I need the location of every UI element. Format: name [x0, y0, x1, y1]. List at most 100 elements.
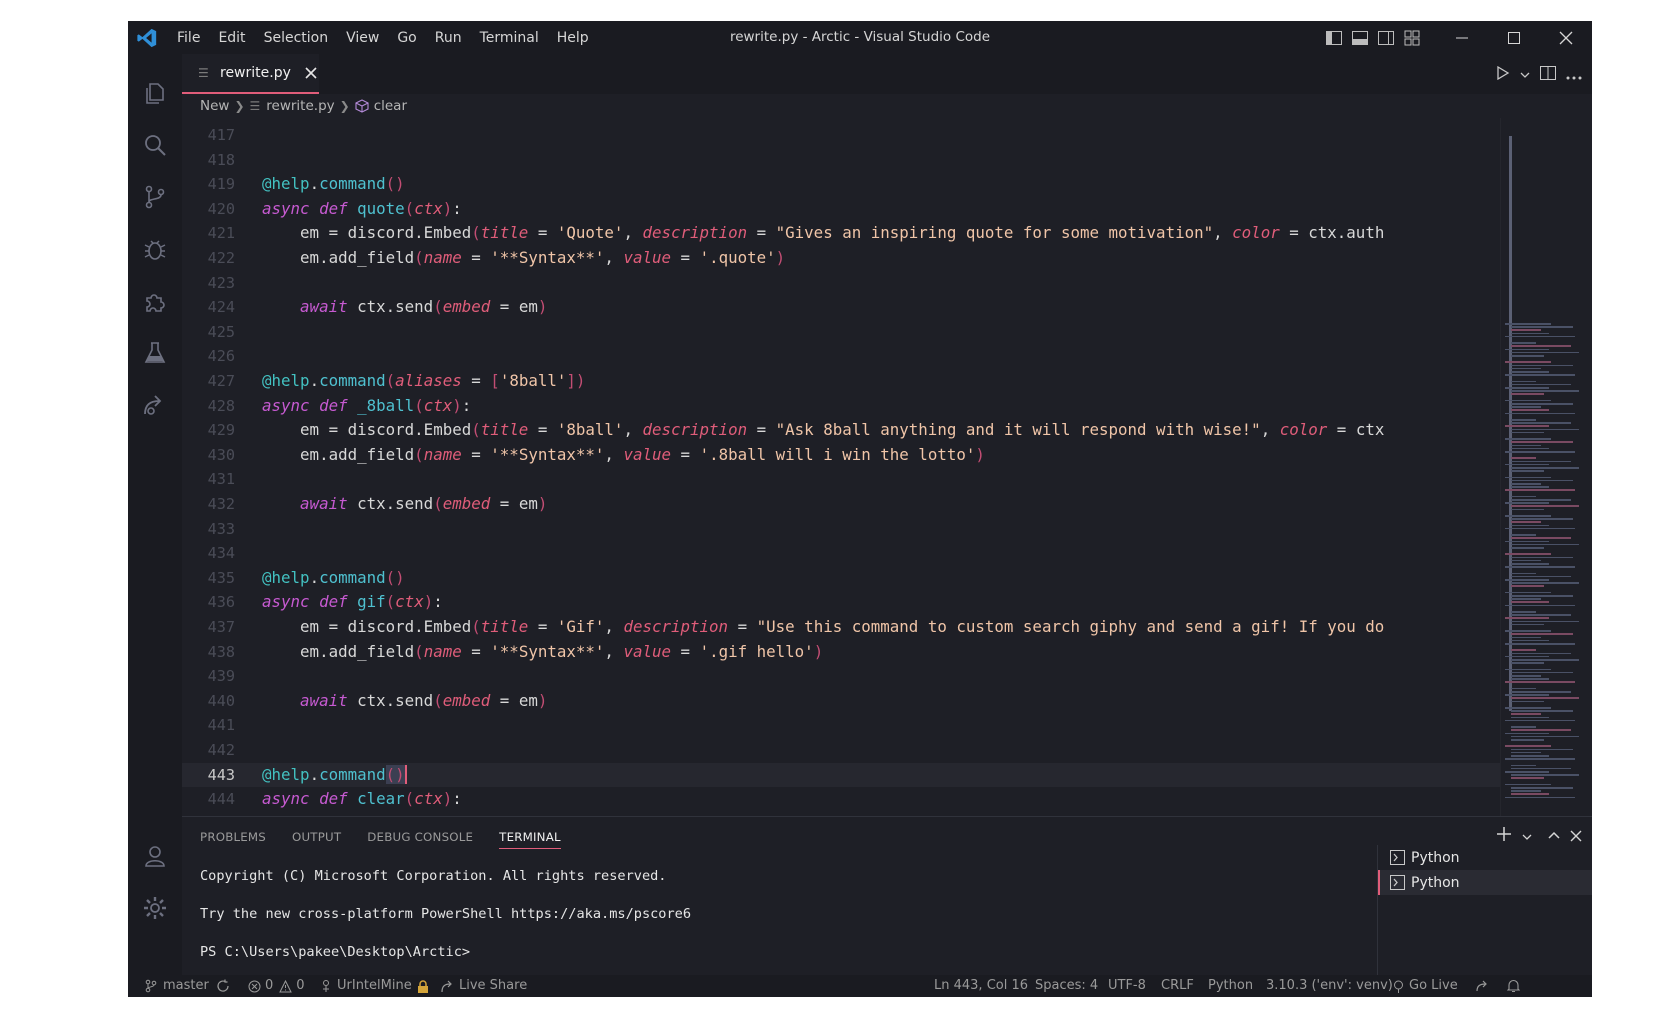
menu-selection[interactable]: Selection: [255, 30, 338, 46]
toggle-panel-icon[interactable]: [1350, 28, 1370, 48]
terminal-output[interactable]: Copyright (C) Microsoft Corporation. All…: [200, 857, 691, 971]
run-python-file-icon[interactable]: [1496, 65, 1510, 84]
minimap-line: [1511, 767, 1571, 770]
code-line[interactable]: 435 @help.command(): [182, 566, 1554, 591]
code-line[interactable]: 431: [182, 467, 1554, 492]
code-line[interactable]: 433: [182, 517, 1554, 542]
maximize-panel-chevron-up-icon[interactable]: [1548, 827, 1560, 846]
code-line[interactable]: 444 async def clear(ctx):: [182, 787, 1554, 812]
more-actions-icon[interactable]: [1566, 65, 1582, 84]
remote-explorer-icon[interactable]: [138, 388, 172, 422]
code-line[interactable]: 425: [182, 320, 1554, 345]
testing-icon[interactable]: [138, 336, 172, 370]
cursor-position[interactable]: Ln 443, Col 16: [934, 975, 1028, 997]
code-editor[interactable]: 417 418 419 @help.command() 420 async def quo…: [182, 118, 1554, 816]
code-line[interactable]: 429 em = discord.Embed(title = '8ball', …: [182, 418, 1554, 443]
breadcrumb-file[interactable]: rewrite.py: [266, 98, 334, 114]
terminal-instance-python[interactable]: Python: [1378, 845, 1592, 870]
extensions-icon[interactable]: [138, 284, 172, 318]
tab-terminal[interactable]: TERMINAL: [499, 830, 561, 849]
code-line[interactable]: 422 em.add_field(name = '**Syntax**', va…: [182, 246, 1554, 271]
code-text: @help.command(): [262, 566, 405, 591]
code-line[interactable]: 438 em.add_field(name = '**Syntax**', va…: [182, 640, 1554, 665]
go-live-status[interactable]: Go Live: [1392, 975, 1458, 997]
code-line[interactable]: 439: [182, 664, 1554, 689]
eol-status[interactable]: CRLF: [1161, 975, 1194, 997]
tab-problems[interactable]: PROBLEMS: [200, 830, 266, 844]
close-tab-icon[interactable]: [303, 65, 319, 81]
split-editor-icon[interactable]: [1540, 65, 1556, 84]
code-line[interactable]: 420 async def quote(ctx):: [182, 197, 1554, 222]
problems-status[interactable]: 0 0: [248, 975, 305, 997]
live-share-status[interactable]: Live Share: [441, 975, 527, 997]
minimap-line: [1505, 745, 1551, 747]
encoding-status[interactable]: UTF-8: [1108, 975, 1146, 997]
minimap[interactable]: [1500, 118, 1592, 816]
close-panel-icon[interactable]: [1570, 827, 1582, 846]
code-line[interactable]: 426: [182, 344, 1554, 369]
code-line[interactable]: 436 async def gif(ctx):: [182, 590, 1554, 615]
menu-run[interactable]: Run: [426, 30, 471, 46]
menu-terminal[interactable]: Terminal: [471, 30, 548, 46]
code-line[interactable]: 437 em = discord.Embed(title = 'Gif', de…: [182, 615, 1554, 640]
customize-layout-icon[interactable]: [1402, 28, 1422, 48]
code-line[interactable]: 428 async def _8ball(ctx):: [182, 394, 1554, 419]
menu-view[interactable]: View: [337, 30, 388, 46]
code-line[interactable]: 423: [182, 271, 1554, 296]
code-token: (: [385, 371, 396, 390]
breadcrumb-folder[interactable]: New: [200, 98, 229, 114]
toggle-secondary-sidebar-icon[interactable]: [1376, 28, 1396, 48]
code-token: _8ball: [357, 395, 415, 415]
sync-icon[interactable]: [216, 975, 230, 997]
menu-go[interactable]: Go: [388, 30, 425, 46]
maximize-button[interactable]: [1488, 21, 1540, 54]
accounts-icon[interactable]: [138, 839, 172, 873]
terminal-instance-python-selected[interactable]: Python: [1378, 870, 1592, 895]
tab-output[interactable]: OUTPUT: [292, 830, 341, 844]
code-line[interactable]: 427 @help.command(aliases = ['8ball']): [182, 369, 1554, 394]
close-window-button[interactable]: [1540, 21, 1592, 54]
code-token: name: [423, 444, 462, 464]
terminal-icon: [1390, 850, 1405, 865]
language-mode[interactable]: Python: [1208, 975, 1253, 997]
tab-rewrite-py[interactable]: ☰ rewrite.py: [182, 54, 319, 94]
code-line[interactable]: 421 em = discord.Embed(title = 'Quote', …: [182, 221, 1554, 246]
menu-file[interactable]: File: [168, 30, 209, 46]
minimap-line: [1505, 694, 1549, 696]
menu-help[interactable]: Help: [548, 30, 598, 46]
code-token: color: [1279, 420, 1328, 440]
code-line[interactable]: 440 await ctx.send(embed = em): [182, 689, 1554, 714]
code-line[interactable]: 443 @help.command(): [182, 762, 1554, 788]
source-control-icon[interactable]: [138, 180, 172, 214]
breadcrumb-symbol[interactable]: clear: [374, 98, 407, 114]
code-line[interactable]: 442: [182, 738, 1554, 763]
toggle-primary-sidebar-icon[interactable]: [1324, 28, 1344, 48]
code-line[interactable]: 417: [182, 123, 1554, 148]
window-controls: [1436, 21, 1592, 54]
line-number: 433: [207, 519, 235, 538]
branch-status[interactable]: master: [144, 975, 209, 997]
code-line[interactable]: 418: [182, 148, 1554, 173]
search-icon[interactable]: [138, 128, 172, 162]
notifications-bell-icon[interactable]: [1507, 975, 1520, 997]
python-interpreter[interactable]: 3.10.3 ('env': venv): [1266, 975, 1393, 997]
indentation-status[interactable]: Spaces: 4: [1035, 975, 1098, 997]
code-line[interactable]: 424 await ctx.send(embed = em): [182, 295, 1554, 320]
chevron-down-icon[interactable]: [1522, 827, 1532, 846]
code-line[interactable]: 430 em.add_field(name = '**Syntax**', va…: [182, 443, 1554, 468]
code-line[interactable]: 419 @help.command(): [182, 172, 1554, 197]
menu-edit[interactable]: Edit: [209, 30, 254, 46]
code-line[interactable]: 441: [182, 713, 1554, 738]
code-line[interactable]: 432 await ctx.send(embed = em): [182, 492, 1554, 517]
new-terminal-plus-icon[interactable]: [1496, 826, 1512, 846]
explorer-icon[interactable]: [138, 76, 172, 110]
chevron-down-icon[interactable]: [1520, 65, 1530, 84]
run-debug-icon[interactable]: [138, 232, 172, 266]
code-token: (: [404, 198, 415, 218]
account-status[interactable]: UrIntelMine: [320, 975, 429, 997]
feedback-icon[interactable]: [1475, 975, 1489, 997]
tab-debug-console[interactable]: DEBUG CONSOLE: [367, 830, 473, 844]
code-line[interactable]: 434: [182, 541, 1554, 566]
minimize-button[interactable]: [1436, 21, 1488, 54]
manage-gear-icon[interactable]: [138, 891, 172, 925]
